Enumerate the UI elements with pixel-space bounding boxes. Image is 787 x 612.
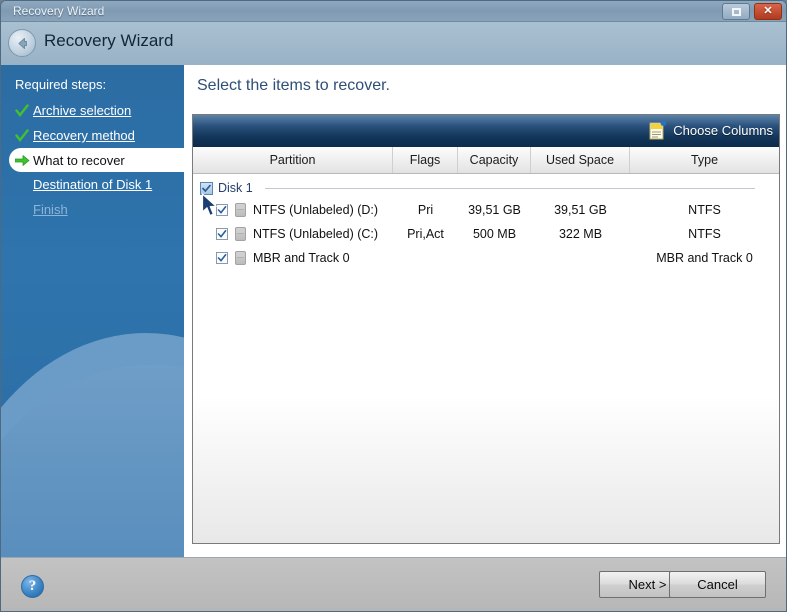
items-table-panel: Choose Columns Partition Flags Capacity … xyxy=(192,114,780,544)
partition-name: NTFS (Unlabeled) (C:) xyxy=(253,227,379,241)
column-header-type[interactable]: Type xyxy=(630,147,779,173)
cell-partition: NTFS (Unlabeled) (C:) xyxy=(193,222,393,246)
table-group-row-disk-1[interactable]: Disk 1 xyxy=(193,178,779,198)
help-question-icon[interactable]: ? xyxy=(21,575,44,598)
sidebar-item-recovery-method[interactable]: Recovery method xyxy=(1,123,184,148)
disk-group-checkbox[interactable] xyxy=(200,181,213,195)
row-checkbox[interactable] xyxy=(216,252,228,264)
drive-icon xyxy=(235,203,246,217)
sidebar-item-destination-of-disk-1[interactable]: Destination of Disk 1 xyxy=(1,172,184,197)
table-body: Disk 1 NTFS (Unlabeled) (D:) Pri 39,51 G… xyxy=(193,174,779,543)
close-icon: ✕ xyxy=(763,5,773,17)
row-checkbox[interactable] xyxy=(216,204,228,216)
table-toolbar: Choose Columns xyxy=(193,115,779,147)
table-row[interactable]: MBR and Track 0 MBR and Track 0 xyxy=(193,246,779,270)
sidebar-item-label: What to recover xyxy=(33,152,125,168)
sidebar-item-archive-selection[interactable]: Archive selection xyxy=(1,98,184,123)
cell-capacity xyxy=(458,246,531,270)
cell-used-space: 39,51 GB xyxy=(554,203,607,217)
columns-document-icon xyxy=(649,120,667,140)
partition-name: MBR and Track 0 xyxy=(253,251,350,265)
window-controls: ✕ xyxy=(722,3,782,20)
row-checkbox[interactable] xyxy=(216,228,228,240)
table-row[interactable]: NTFS (Unlabeled) (D:) Pri 39,51 GB 39,51… xyxy=(193,198,779,222)
choose-columns-button[interactable]: Choose Columns xyxy=(649,120,773,140)
cell-flags xyxy=(393,246,458,270)
restore-window-button[interactable] xyxy=(722,3,750,20)
cell-type: NTFS xyxy=(688,227,721,241)
group-divider xyxy=(264,187,755,189)
cell-capacity: 39,51 GB xyxy=(468,203,521,217)
title-bar: Recovery Wizard ✕ xyxy=(1,1,786,22)
cell-partition: NTFS (Unlabeled) (D:) xyxy=(193,198,393,222)
sidebar-item-label: Finish xyxy=(33,202,68,217)
footer-bar: ? Next > Cancel xyxy=(1,557,786,611)
page-title: Recovery Wizard xyxy=(44,31,174,50)
window-title: Recovery Wizard xyxy=(13,4,105,18)
sidebar-item-label: Recovery method xyxy=(33,128,135,143)
cell-type: MBR and Track 0 xyxy=(656,251,753,265)
disk-group-label: Disk 1 xyxy=(218,181,253,195)
cell-used-space xyxy=(531,246,630,270)
back-button[interactable] xyxy=(8,29,36,57)
content-heading: Select the items to recover. xyxy=(197,77,390,94)
column-header-partition[interactable]: Partition xyxy=(193,147,393,173)
app-header: Recovery Wizard xyxy=(1,22,786,65)
sidebar: Required steps: Archive selection Recove… xyxy=(1,65,184,557)
sidebar-item-label: Archive selection xyxy=(33,103,132,118)
cancel-button[interactable]: Cancel xyxy=(669,571,766,598)
cell-flags: Pri xyxy=(417,203,434,217)
sidebar-item-what-to-recover[interactable]: What to recover xyxy=(9,148,184,172)
check-icon xyxy=(15,128,33,143)
partition-name: NTFS (Unlabeled) (D:) xyxy=(253,203,379,217)
required-steps-list: Required steps: Archive selection Recove… xyxy=(1,65,184,222)
cell-partition: MBR and Track 0 xyxy=(193,246,393,270)
sidebar-item-finish: Finish xyxy=(1,197,184,222)
arrow-right-icon xyxy=(15,154,33,167)
table-row[interactable]: NTFS (Unlabeled) (C:) Pri,Act 500 MB 322… xyxy=(193,222,779,246)
column-header-used-space[interactable]: Used Space xyxy=(531,147,630,173)
cell-flags: Pri,Act xyxy=(407,227,444,241)
column-header-flags[interactable]: Flags xyxy=(393,147,458,173)
back-arrow-icon xyxy=(18,37,27,49)
sidebar-heading: Required steps: xyxy=(15,77,107,92)
drive-icon xyxy=(235,227,246,241)
sidebar-item-label: Destination of Disk 1 xyxy=(33,177,153,192)
close-window-button[interactable]: ✕ xyxy=(754,3,782,20)
cell-capacity: 500 MB xyxy=(472,227,517,241)
restore-icon xyxy=(731,7,741,16)
check-icon xyxy=(15,103,33,118)
choose-columns-label: Choose Columns xyxy=(673,122,773,138)
drive-icon xyxy=(235,251,246,265)
table-header-row: Partition Flags Capacity Used Space Type xyxy=(193,147,779,174)
cell-used-space: 322 MB xyxy=(558,227,603,241)
recovery-wizard-window: Recovery Wizard ✕ Recovery Wizard Requir… xyxy=(0,0,787,612)
cell-type: NTFS xyxy=(688,203,721,217)
column-header-capacity[interactable]: Capacity xyxy=(458,147,531,173)
main-content: Select the items to recover. Choose Colu… xyxy=(184,65,786,557)
